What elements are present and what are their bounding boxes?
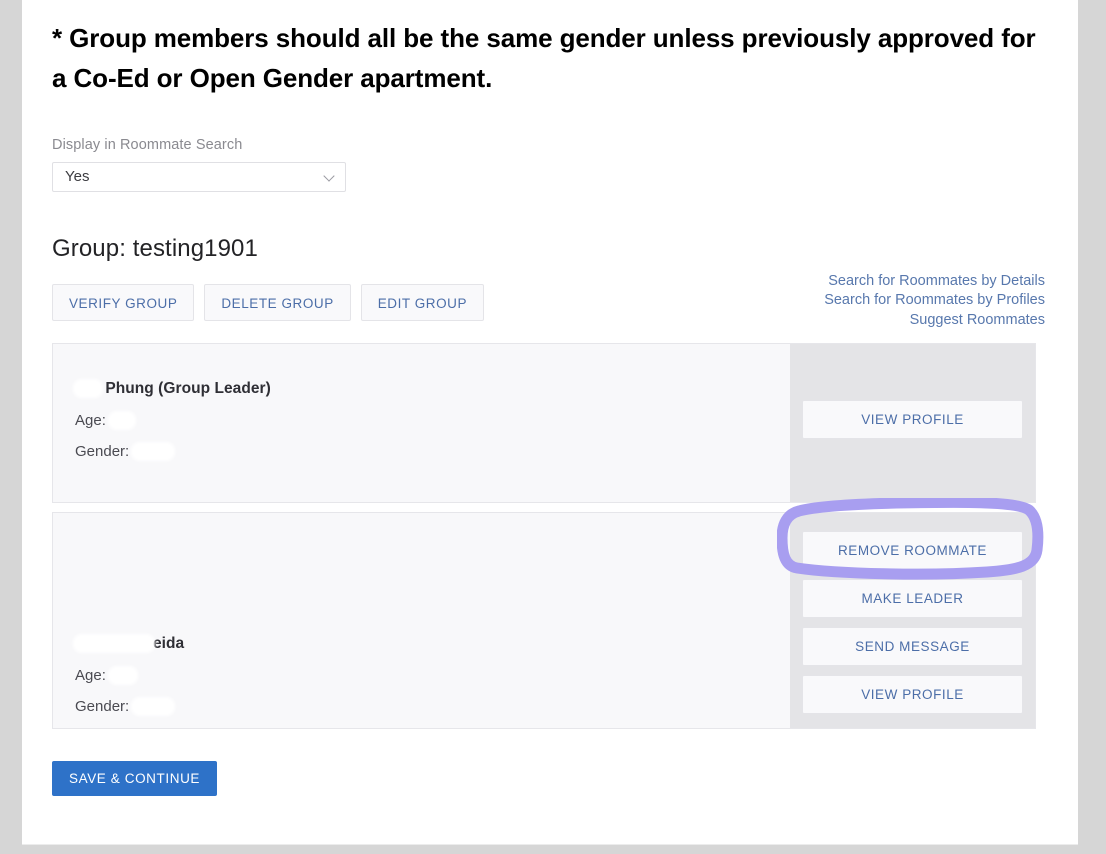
roommate-search-links: Search for Roommates by Details Search f… bbox=[824, 272, 1045, 331]
roommate-gender-label: Gender: bbox=[75, 442, 130, 460]
redaction-smudge bbox=[75, 635, 153, 651]
page-content: * Group members should all be the same g… bbox=[22, 0, 1078, 845]
roommate-actions: REMOVE ROOMMATE MAKE LEADER SEND MESSAGE… bbox=[790, 512, 1035, 728]
roommate-details: eida Age: Gender: bbox=[53, 513, 790, 724]
link-suggest-roommates[interactable]: Suggest Roommates bbox=[824, 311, 1045, 331]
redaction-smudge bbox=[133, 443, 174, 459]
roommate-card: Phung (Group Leader) Age: Gender: VIEW P… bbox=[52, 342, 1036, 503]
link-search-roommates-by-details[interactable]: Search for Roommates by Details bbox=[824, 272, 1045, 292]
roommate-name: Phung (Group Leader) bbox=[75, 378, 790, 398]
display-in-roommate-search-field: Display in Roommate Search Yes bbox=[52, 137, 1048, 192]
roommate-age-label: Age: bbox=[75, 666, 106, 684]
display-in-roommate-search-label: Display in Roommate Search bbox=[52, 136, 243, 153]
redaction-smudge bbox=[133, 698, 174, 714]
display-in-roommate-search-select[interactable]: Yes bbox=[52, 161, 346, 192]
edit-group-button[interactable]: EDIT GROUP bbox=[360, 283, 485, 321]
link-search-roommates-by-profiles[interactable]: Search for Roommates by Profiles bbox=[824, 291, 1045, 311]
roommate-name-text: Phung (Group Leader) bbox=[105, 379, 271, 397]
roommate-details: Phung (Group Leader) Age: Gender: bbox=[53, 344, 790, 502]
save-and-continue-button[interactable]: SAVE & CONTINUE bbox=[52, 760, 218, 796]
roommate-name-text: eida bbox=[153, 634, 185, 652]
roommate-gender-label: Gender: bbox=[75, 697, 130, 715]
delete-group-button[interactable]: DELETE GROUP bbox=[204, 283, 351, 321]
roommate-age: Age: bbox=[75, 665, 790, 684]
group-actions-row: VERIFY GROUP DELETE GROUP EDIT GROUP Sea… bbox=[52, 273, 1048, 338]
remove-roommate-button[interactable]: REMOVE ROOMMATE bbox=[802, 530, 1023, 570]
gender-policy-note: * Group members should all be the same g… bbox=[52, 23, 1036, 94]
redaction-smudge bbox=[110, 412, 135, 428]
send-message-button[interactable]: SEND MESSAGE bbox=[802, 626, 1023, 666]
roommate-card: eida Age: Gender: REMOVE ROOMMATE MAKE L… bbox=[52, 511, 1036, 729]
roommate-gender: Gender: bbox=[75, 441, 790, 460]
roommate-name: eida bbox=[75, 633, 790, 653]
roommate-gender: Gender: bbox=[75, 696, 790, 715]
page-title: Group: testing1901 bbox=[52, 234, 258, 262]
roommate-actions: VIEW PROFILE bbox=[790, 343, 1035, 502]
roommate-age-label: Age: bbox=[75, 411, 106, 429]
roommate-age: Age: bbox=[75, 410, 790, 429]
view-profile-button[interactable]: VIEW PROFILE bbox=[802, 674, 1023, 714]
chevron-down-icon bbox=[324, 171, 335, 182]
redaction-smudge bbox=[75, 380, 101, 396]
redaction-smudge bbox=[110, 667, 137, 683]
view-profile-button[interactable]: VIEW PROFILE bbox=[802, 399, 1023, 439]
roommate-card-list: Phung (Group Leader) Age: Gender: VIEW P… bbox=[52, 342, 1048, 729]
make-leader-button[interactable]: MAKE LEADER bbox=[802, 578, 1023, 618]
verify-group-button[interactable]: VERIFY GROUP bbox=[52, 283, 195, 321]
select-selected-value: Yes bbox=[65, 168, 90, 186]
